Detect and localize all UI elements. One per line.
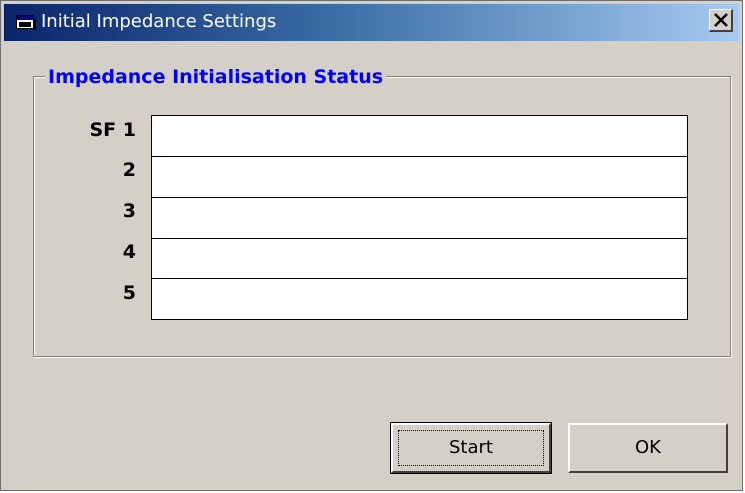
row-label-5: 5 bbox=[122, 282, 136, 304]
group-title: Impedance Initialisation Status bbox=[45, 65, 387, 89]
focus-rectangle bbox=[398, 430, 544, 466]
app-window-icon bbox=[16, 15, 36, 31]
close-button[interactable] bbox=[709, 9, 733, 32]
row-label-4: 4 bbox=[122, 241, 136, 263]
ok-button[interactable]: OK bbox=[568, 423, 728, 473]
start-button[interactable]: Start bbox=[390, 422, 552, 474]
close-icon bbox=[714, 13, 728, 27]
dialog-window: Initial Impedance Settings Impedance Ini… bbox=[0, 0, 743, 491]
status-field-sf1 bbox=[151, 115, 688, 157]
window-title: Initial Impedance Settings bbox=[41, 11, 277, 32]
row-label-2: 2 bbox=[122, 159, 136, 181]
title-bar[interactable]: Initial Impedance Settings bbox=[4, 4, 739, 41]
row-label-3: 3 bbox=[122, 200, 136, 222]
row-label-sf1: SF 1 bbox=[89, 119, 137, 141]
status-field-5 bbox=[151, 278, 688, 320]
ok-button-label: OK bbox=[635, 437, 661, 458]
status-field-4 bbox=[151, 238, 688, 279]
status-field-3 bbox=[151, 197, 688, 239]
status-field-2 bbox=[151, 156, 688, 198]
